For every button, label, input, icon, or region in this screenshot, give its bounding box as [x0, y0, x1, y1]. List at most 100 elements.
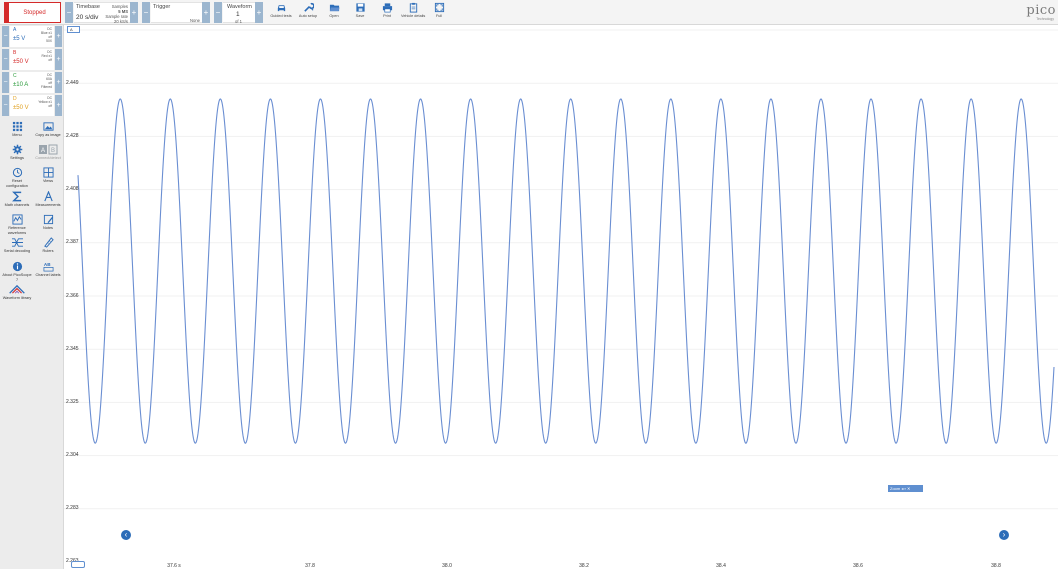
trigger-title: Trigger	[153, 4, 171, 10]
channel-a-extra: 50X	[46, 39, 52, 43]
copy-as-image-button[interactable]: Copy as image	[33, 121, 63, 138]
sigma-icon	[11, 191, 21, 202]
waveform-library-button[interactable]: Waveform library	[2, 284, 32, 301]
save-button[interactable]: Save	[348, 1, 372, 23]
connect-detect-button[interactable]: AB Connect/detect	[33, 144, 63, 161]
y-tick-label: 2.304	[66, 452, 79, 458]
reference-icon	[11, 214, 23, 225]
axis-handle[interactable]	[71, 561, 85, 568]
full-screen-button[interactable]: Full	[427, 1, 451, 23]
x-tick-label: 38.4	[716, 563, 726, 569]
channel-b-increase-button[interactable]: +	[55, 49, 62, 70]
channel-a-increase-button[interactable]: +	[55, 26, 62, 47]
vehicle-details-label: Vehicle details	[401, 14, 426, 18]
measure-icon	[43, 191, 53, 202]
fullscreen-icon	[434, 2, 444, 13]
settings-label: Settings	[10, 156, 24, 160]
print-label: Print	[383, 14, 391, 18]
channel-c-extra: Filtered	[41, 85, 52, 89]
sample-rate-value: 20 kS/s	[114, 19, 128, 24]
channel-a-decrease-button[interactable]: −	[2, 26, 9, 47]
channel-labels-button[interactable]: AB Channel labels	[33, 261, 63, 278]
vehicle-details-button[interactable]: Vehicle details	[401, 1, 425, 23]
scroll-left-button[interactable]: ‹	[121, 530, 131, 540]
channel-a-control[interactable]: − A ±5 V DC Blue x1 off 50X +	[2, 26, 62, 47]
y-tick-label: 2.283	[66, 505, 79, 511]
auto-setup-label: Auto setup	[298, 14, 318, 18]
channel-c-range: ±10 A	[13, 82, 29, 88]
channel-c-increase-button[interactable]: +	[55, 72, 62, 93]
channel-d-body[interactable]: D ±50 V DC Yellow x1 off	[10, 95, 54, 116]
scope-view[interactable]: A 2.449 2.428 2.408 2.387 2.366 2.345 2.…	[64, 25, 1058, 569]
waveform-previous-button[interactable]: −	[214, 2, 222, 23]
math-channels-label: Math channels	[4, 203, 30, 207]
channel-d-decrease-button[interactable]: −	[2, 95, 9, 116]
y-tick-label: 2.345	[66, 346, 79, 352]
channel-axis-indicator[interactable]: A	[67, 26, 80, 33]
x-tick-label: 37.8	[305, 563, 315, 569]
reset-configuration-label: Reset configuration	[6, 179, 28, 188]
trigger-value: None	[189, 18, 200, 23]
timebase-increase-button[interactable]: +	[130, 2, 138, 23]
left-panel: − A ±5 V DC Blue x1 off 50X + − B ±50 V …	[0, 25, 64, 569]
trigger-decrease-button[interactable]: −	[142, 2, 150, 23]
car-icon	[277, 5, 285, 12]
serial-icon	[11, 238, 23, 247]
views-button[interactable]: Views	[33, 167, 63, 184]
notes-button[interactable]: Notes	[33, 214, 63, 231]
auto-setup-button[interactable]: Auto setup	[296, 1, 320, 23]
open-label: Open	[329, 14, 339, 18]
trigger-control[interactable]: Trigger None	[151, 2, 202, 23]
svg-text:AB: AB	[43, 262, 50, 267]
x-tick-label: 37.6 s	[167, 563, 181, 569]
info-icon	[12, 261, 22, 272]
channel-b-info: DC Red x1 off	[42, 50, 52, 62]
menu-button[interactable]: Menu	[2, 121, 32, 138]
guided-tests-label: Guided tests	[270, 14, 292, 18]
channel-d-increase-button[interactable]: +	[55, 95, 62, 116]
timebase-control[interactable]: Timebase 20 s/div Samples 5 MS Sample ra…	[74, 2, 130, 24]
channel-axis-letter: A	[70, 27, 73, 32]
channel-b-filter: off	[48, 58, 52, 62]
about-button[interactable]: About PicoScope 7	[2, 261, 32, 282]
run-stop-button[interactable]: Stopped	[4, 2, 61, 23]
x-tick-label: 38.8	[991, 563, 1001, 569]
channel-b-decrease-button[interactable]: −	[2, 49, 9, 70]
channel-b-control[interactable]: − B ±50 V DC Red x1 off +	[2, 49, 62, 70]
channel-c-control[interactable]: − C ±10 A DC 60A off Filtered +	[2, 72, 62, 93]
reset-configuration-button[interactable]: Reset configuration	[2, 167, 32, 188]
guided-tests-button[interactable]: Guided tests	[269, 1, 293, 23]
channel-a-body[interactable]: A ±5 V DC Blue x1 off 50X	[10, 26, 54, 47]
rulers-button[interactable]: Rulers	[33, 237, 63, 254]
ruler-icon	[43, 237, 54, 248]
channel-c-decrease-button[interactable]: −	[2, 72, 9, 93]
x-tick-label: 38.6	[853, 563, 863, 569]
print-button[interactable]: Print	[375, 1, 399, 23]
measurements-button[interactable]: Measurements	[33, 191, 63, 208]
channel-c-info: DC 60A off Filtered	[41, 73, 52, 89]
timebase-decrease-button[interactable]: −	[65, 2, 73, 23]
waveform-title: Waveform	[227, 4, 252, 10]
svg-text:A: A	[41, 148, 45, 154]
y-tick-label: 2.387	[66, 239, 79, 245]
serial-decoding-button[interactable]: Serial decoding	[2, 237, 32, 254]
scroll-right-button[interactable]: ›	[999, 530, 1009, 540]
zoom-overview[interactable]: Zoom ◂ ▪ ✕	[888, 485, 923, 492]
trigger-increase-button[interactable]: +	[202, 2, 210, 23]
math-channels-button[interactable]: Math channels	[2, 191, 32, 208]
timebase-title: Timebase	[76, 4, 100, 10]
settings-button[interactable]: Settings	[2, 144, 32, 161]
pico-logo: pico Technology	[1002, 1, 1056, 23]
folder-icon	[329, 4, 340, 12]
open-button[interactable]: Open	[322, 1, 346, 23]
logo-text: pico	[1026, 3, 1056, 18]
waveform-control[interactable]: Waveform 1 of 1	[223, 2, 255, 24]
channel-a-letter: A	[13, 27, 17, 33]
channel-d-letter: D	[13, 96, 17, 102]
channel-c-body[interactable]: C ±10 A DC 60A off Filtered	[10, 72, 54, 93]
channel-d-control[interactable]: − D ±50 V DC Yellow x1 off +	[2, 95, 62, 116]
channel-b-body[interactable]: B ±50 V DC Red x1 off	[10, 49, 54, 70]
y-tick-label: 2.325	[66, 399, 79, 405]
reference-waveforms-button[interactable]: Reference waveforms	[2, 214, 32, 235]
waveform-next-button[interactable]: +	[255, 2, 263, 23]
